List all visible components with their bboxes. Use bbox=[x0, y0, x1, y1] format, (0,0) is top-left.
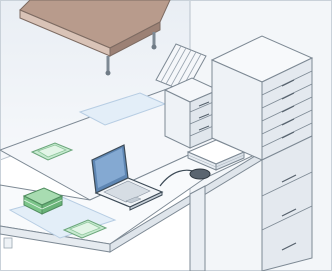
wall-outlet bbox=[3, 237, 13, 249]
drawer-cabinet-small bbox=[163, 77, 220, 149]
office-illustration bbox=[0, 0, 332, 271]
file-cabinet-tall bbox=[210, 35, 314, 161]
file-cabinet-lower bbox=[261, 135, 313, 271]
